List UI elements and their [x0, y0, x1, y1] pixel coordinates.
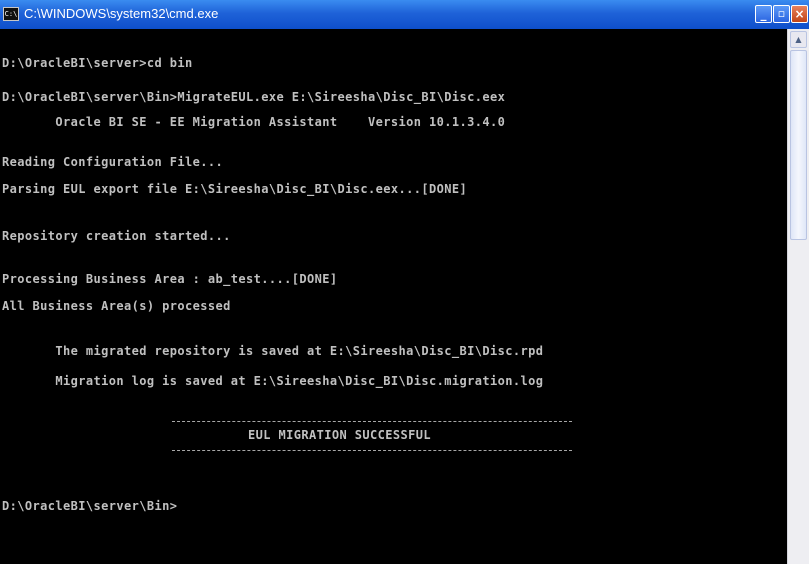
- console-line: All Business Area(s) processed: [2, 299, 231, 313]
- success-message: EUL MIGRATION SUCCESSFUL: [248, 428, 431, 442]
- separator-top: [172, 421, 572, 422]
- maximize-button[interactable]: ▫: [773, 5, 790, 23]
- scroll-up-button[interactable]: ▲: [790, 31, 807, 48]
- scroll-thumb[interactable]: [790, 50, 807, 240]
- window-title: C:\WINDOWS\system32\cmd.exe: [24, 6, 219, 21]
- console-line: Parsing EUL export file E:\Sireesha\Disc…: [2, 182, 468, 196]
- separator-bottom: [172, 450, 572, 451]
- command-prompt: D:\OracleBI\server\Bin>: [2, 499, 178, 513]
- cmd-icon[interactable]: C:\: [3, 7, 19, 21]
- close-button[interactable]: ×: [791, 5, 808, 23]
- vertical-scrollbar[interactable]: ▲: [787, 29, 809, 564]
- console-line: Reading Configuration File...: [2, 155, 224, 169]
- console-line: D:\OracleBI\server>cd bin: [2, 56, 193, 70]
- minimize-button[interactable]: _: [755, 5, 772, 23]
- console-line: D:\OracleBI\server\Bin>MigrateEUL.exe E:…: [2, 90, 506, 104]
- console-line: Migration log is saved at E:\Sireesha\Di…: [2, 374, 544, 388]
- title-bar[interactable]: C:\ C:\WINDOWS\system32\cmd.exe _ ▫ ×: [0, 0, 809, 29]
- console-output[interactable]: D:\OracleBI\server>cd bin D:\OracleBI\se…: [0, 29, 787, 564]
- console-line: Repository creation started...: [2, 229, 231, 243]
- console-line: Oracle BI SE - EE Migration Assistant Ve…: [2, 115, 506, 129]
- console-line: The migrated repository is saved at E:\S…: [2, 344, 544, 358]
- console-line: Processing Business Area : ab_test....[D…: [2, 272, 338, 286]
